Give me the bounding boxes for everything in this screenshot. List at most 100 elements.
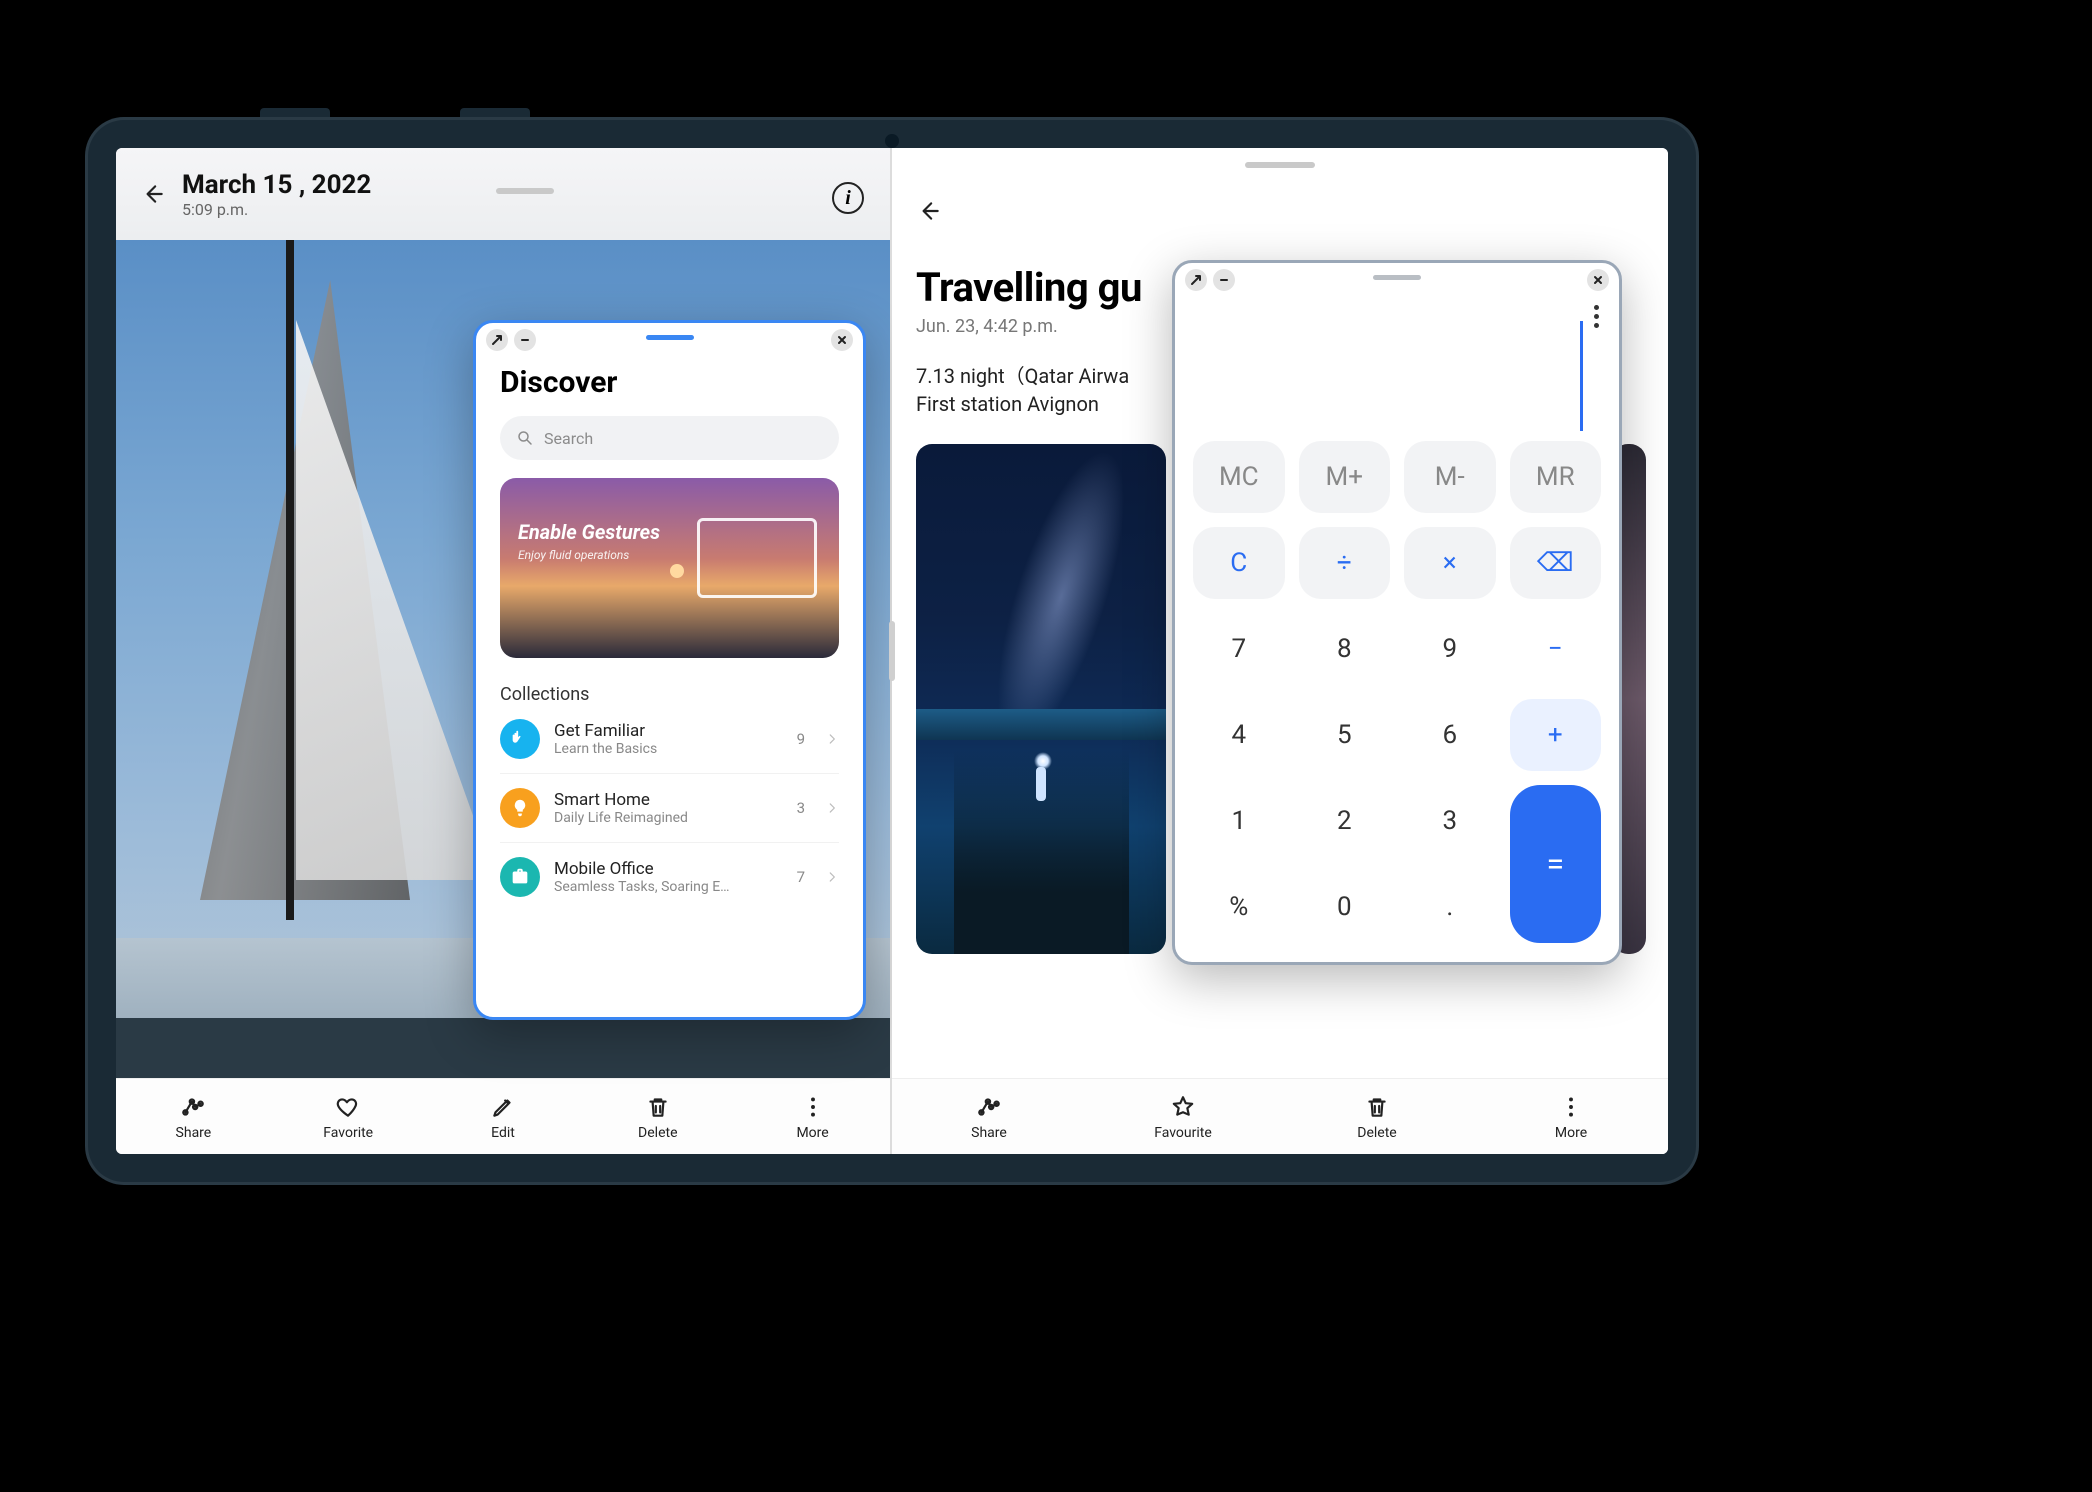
search-input[interactable]: Search xyxy=(500,416,839,460)
fullscreen-button[interactable] xyxy=(486,329,508,351)
key-7[interactable]: 7 xyxy=(1193,613,1285,685)
search-placeholder: Search xyxy=(544,429,593,448)
banner-art xyxy=(670,564,684,578)
collection-count: 7 xyxy=(797,868,805,886)
share-label: Share xyxy=(971,1125,1007,1141)
back-button[interactable] xyxy=(916,198,946,228)
key-dot[interactable]: . xyxy=(1404,871,1496,943)
photo-content xyxy=(116,1018,890,1078)
fullscreen-button[interactable] xyxy=(1185,269,1207,291)
share-button[interactable]: Share xyxy=(148,1092,238,1141)
key-0[interactable]: 0 xyxy=(1299,871,1391,943)
more-label: More xyxy=(1555,1125,1587,1141)
note-line[interactable]: 7.13 night（Qatar Airwa xyxy=(916,360,1129,389)
front-camera xyxy=(885,134,899,148)
trash-icon xyxy=(643,1092,673,1122)
delete-button[interactable]: Delete xyxy=(613,1092,703,1141)
key-2[interactable]: 2 xyxy=(1299,785,1391,857)
notes-app: Travelling gu Jun. 23, 4:42 p.m. 7.13 ni… xyxy=(892,148,1668,1154)
split-resize-handle[interactable] xyxy=(889,621,895,681)
key-9[interactable]: 9 xyxy=(1404,613,1496,685)
photo-content xyxy=(1036,767,1046,801)
discover-banner-card[interactable]: Enable Gestures Enjoy fluid operations xyxy=(500,478,839,658)
collection-subtitle: Seamless Tasks, Soaring E… xyxy=(554,879,783,895)
key-mminus[interactable]: M- xyxy=(1404,441,1496,513)
collection-subtitle: Daily Life Reimagined xyxy=(554,810,783,826)
gallery-title-block: March 15 , 2022 5:09 p.m. xyxy=(182,170,371,219)
key-percent[interactable]: % xyxy=(1193,871,1285,943)
key-1[interactable]: 1 xyxy=(1193,785,1285,857)
calculator-floating-window[interactable]: MC M+ M- MR C ÷ × ⌫ 7 8 9 − 4 5 xyxy=(1172,260,1622,965)
collection-title: Smart Home xyxy=(554,790,783,810)
key-minus[interactable]: − xyxy=(1510,613,1602,685)
minimize-button[interactable] xyxy=(1213,269,1235,291)
key-multiply[interactable]: × xyxy=(1404,527,1496,599)
edit-button[interactable]: Edit xyxy=(458,1092,548,1141)
collections-header: Collections xyxy=(500,684,839,705)
more-icon xyxy=(1556,1092,1586,1122)
back-button[interactable] xyxy=(138,179,168,209)
banner-subtitle: Enjoy fluid operations xyxy=(518,548,660,562)
close-button[interactable] xyxy=(831,329,853,351)
floating-window-titlebar[interactable] xyxy=(1175,263,1619,295)
favorite-button[interactable]: Favorite xyxy=(303,1092,393,1141)
note-image[interactable] xyxy=(916,444,1166,954)
edit-label: Edit xyxy=(491,1125,515,1141)
pane-drag-handle[interactable] xyxy=(1245,162,1315,168)
screen: March 15 , 2022 5:09 p.m. i Share xyxy=(116,148,1668,1154)
key-backspace[interactable]: ⌫ xyxy=(1510,527,1602,599)
calculator-display[interactable] xyxy=(1175,295,1619,435)
more-icon xyxy=(798,1092,828,1122)
key-equals[interactable]: = xyxy=(1510,785,1602,943)
key-6[interactable]: 6 xyxy=(1404,699,1496,771)
pane-drag-handle[interactable] xyxy=(496,188,554,194)
chevron-right-icon xyxy=(825,870,839,884)
collection-count: 3 xyxy=(797,799,805,817)
key-mplus[interactable]: M+ xyxy=(1299,441,1391,513)
note-date: Jun. 23, 4:42 p.m. xyxy=(916,316,1058,337)
photo-date: March 15 , 2022 xyxy=(182,170,371,200)
key-mc[interactable]: MC xyxy=(1193,441,1285,513)
favourite-button[interactable]: Favourite xyxy=(1138,1092,1228,1141)
calculator-cursor xyxy=(1580,321,1583,431)
collection-item-get-familiar[interactable]: Get Familiar Learn the Basics 9 xyxy=(500,705,839,774)
floating-window-titlebar[interactable] xyxy=(476,323,863,355)
gallery-bottom-bar: Share Favorite Edit xyxy=(116,1078,890,1154)
more-button[interactable]: More xyxy=(1526,1092,1616,1141)
notes-bottom-bar: Share Favourite Delete xyxy=(892,1078,1668,1154)
floating-drag-handle[interactable] xyxy=(646,335,694,340)
share-button[interactable]: Share xyxy=(944,1092,1034,1141)
info-button[interactable]: i xyxy=(832,182,864,214)
key-plus[interactable]: + xyxy=(1510,699,1602,771)
key-4[interactable]: 4 xyxy=(1193,699,1285,771)
banner-art xyxy=(697,518,817,598)
note-line[interactable]: First station Avignon xyxy=(916,392,1099,416)
key-3[interactable]: 3 xyxy=(1404,785,1496,857)
heart-icon xyxy=(333,1092,363,1122)
bulb-icon xyxy=(500,788,540,828)
delete-button[interactable]: Delete xyxy=(1332,1092,1422,1141)
collection-item-smart-home[interactable]: Smart Home Daily Life Reimagined 3 xyxy=(500,774,839,843)
key-mr[interactable]: MR xyxy=(1510,441,1602,513)
more-button[interactable]: More xyxy=(768,1092,858,1141)
discover-floating-window[interactable]: Discover Search Enable Gestures Enjoy fl… xyxy=(473,320,866,1020)
delete-label: Delete xyxy=(638,1125,677,1141)
favorite-label: Favorite xyxy=(323,1125,373,1141)
gallery-header: March 15 , 2022 5:09 p.m. i xyxy=(116,148,890,240)
note-title[interactable]: Travelling gu xyxy=(916,264,1142,311)
photo-time: 5:09 p.m. xyxy=(182,200,371,219)
discover-title: Discover xyxy=(500,365,839,400)
key-5[interactable]: 5 xyxy=(1299,699,1391,771)
key-divide[interactable]: ÷ xyxy=(1299,527,1391,599)
delete-label: Delete xyxy=(1357,1125,1396,1141)
collection-subtitle: Learn the Basics xyxy=(554,741,783,757)
close-button[interactable] xyxy=(1587,269,1609,291)
edit-icon xyxy=(488,1092,518,1122)
calculator-more-button[interactable] xyxy=(1594,305,1599,328)
floating-drag-handle[interactable] xyxy=(1373,275,1421,280)
key-clear[interactable]: C xyxy=(1193,527,1285,599)
collection-item-mobile-office[interactable]: Mobile Office Seamless Tasks, Soaring E…… xyxy=(500,843,839,911)
minimize-button[interactable] xyxy=(514,329,536,351)
collection-title: Mobile Office xyxy=(554,859,783,879)
key-8[interactable]: 8 xyxy=(1299,613,1391,685)
